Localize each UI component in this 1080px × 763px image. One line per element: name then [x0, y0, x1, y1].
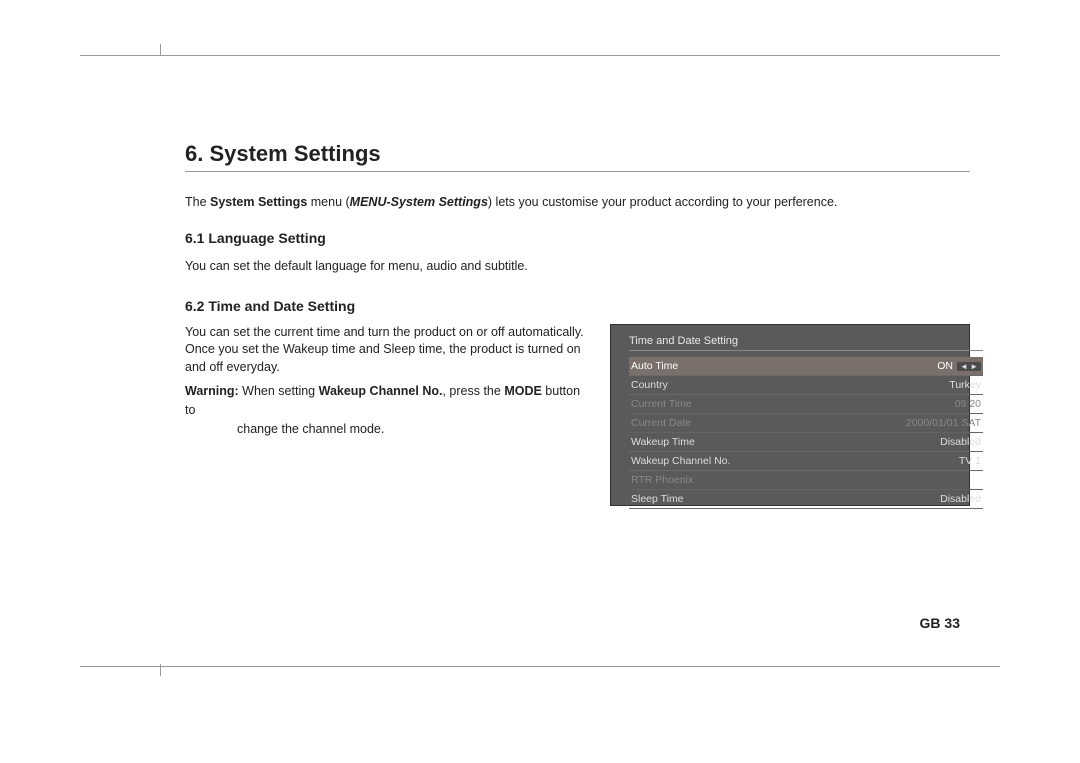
osd-row-value: ON◄ ► — [937, 360, 981, 372]
intro-prefix: The — [185, 195, 210, 209]
intro-mid: menu ( — [307, 195, 349, 209]
osd-row-value: 2000/01/01 SAT — [906, 417, 981, 429]
osd-row: Auto Time ON◄ ► — [629, 357, 983, 376]
osd-row-label: Auto Time — [631, 360, 678, 372]
osd-row-value: 09:20 — [955, 398, 981, 410]
intro-bolditalic: MENU-System Settings — [350, 195, 488, 209]
osd-row: Country Turkey — [629, 376, 983, 395]
osd-row-label: Country — [631, 379, 668, 391]
osd-row-label: Current Time — [631, 398, 692, 410]
osd-row: Current Date 2000/01/01 SAT — [629, 414, 983, 433]
osd-screenshot: Time and Date Setting Auto TimeON◄ ►Coun… — [610, 324, 970, 506]
osd-title: Time and Date Setting — [629, 335, 983, 351]
osd-row-label: Sleep Time — [631, 493, 684, 505]
warning-label: Warning: — [185, 384, 239, 398]
chapter-underline — [185, 171, 970, 172]
warning-bold2: MODE — [504, 384, 542, 398]
section-6-2-p1: You can set the current time and turn th… — [185, 324, 585, 377]
osd-row: RTR Phoenix — [629, 471, 983, 490]
chapter-title: 6. System Settings — [185, 141, 970, 167]
warning-line2: change the channel mode. — [237, 420, 384, 439]
page-frame: 6. System Settings The System Settings m… — [80, 55, 1000, 667]
osd-row: Sleep Time Disabled — [629, 490, 983, 509]
section-6-2-text-col: You can set the current time and turn th… — [185, 324, 585, 439]
osd-row: Current Time 09:20 — [629, 395, 983, 414]
osd-row: Wakeup Time Disabled — [629, 433, 983, 452]
intro-suffix: ) lets you customise your product accord… — [488, 195, 837, 209]
osd-row-value: Disabled — [940, 493, 981, 505]
sec62-p1-text: You can set the current time and turn th… — [185, 325, 584, 339]
osd-row: Wakeup Channel No. TV 1 — [629, 452, 983, 471]
osd-row-value: Turkey — [949, 379, 981, 391]
osd-row-label: Current Date — [631, 417, 691, 429]
section-6-2-title: 6.2 Time and Date Setting — [185, 298, 970, 314]
osd-row-label: RTR Phoenix — [631, 474, 693, 486]
osd-row-label: Wakeup Channel No. — [631, 455, 730, 467]
osd-row-value: Disabled — [940, 436, 981, 448]
sec62-p2-text: Once you set the Wakeup time and Sleep t… — [185, 342, 581, 374]
osd-rows-container: Auto Time ON◄ ► Country Turkey Current Time 0… — [629, 357, 983, 509]
osd-row-value: TV 1 — [959, 455, 981, 467]
osd-row-label: Wakeup Time — [631, 436, 695, 448]
warning-bold1: Wakeup Channel No. — [319, 384, 443, 398]
osd-panel: Time and Date Setting Auto Time ON◄ ► Coun… — [629, 335, 983, 509]
warning-block: Warning: When setting Wakeup Channel No.… — [185, 382, 585, 438]
section-6-2-body: You can set the current time and turn th… — [185, 324, 970, 506]
warning-text1: When setting — [239, 384, 319, 398]
section-6-1-text: You can set the default language for men… — [185, 258, 970, 276]
page-number: GB 33 — [920, 615, 960, 631]
intro-paragraph: The System Settings menu (MENU-System Se… — [185, 194, 970, 212]
section-6-1-title: 6.1 Language Setting — [185, 230, 970, 246]
osd-arrow-control-icon: ◄ ► — [957, 362, 981, 371]
page-content: 6. System Settings The System Settings m… — [80, 56, 1000, 506]
warning-text2: , press the — [442, 384, 504, 398]
intro-bold1: System Settings — [210, 195, 307, 209]
